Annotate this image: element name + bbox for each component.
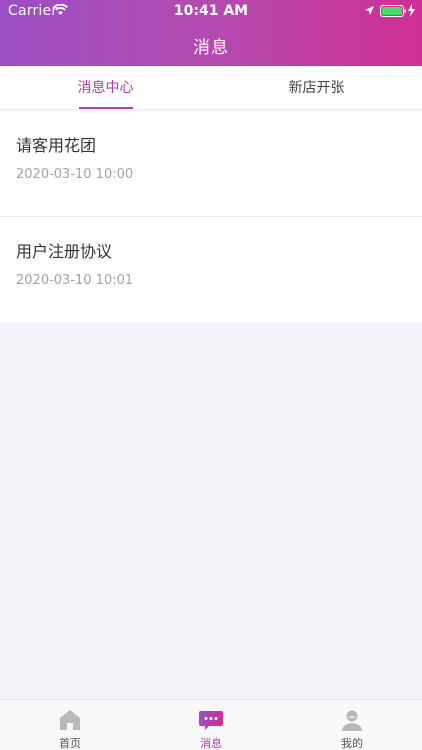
message-time: 2020-03-10 10:01 bbox=[16, 273, 134, 288]
page-title: 消息 bbox=[193, 38, 229, 58]
battery-icon bbox=[380, 5, 406, 17]
list-item[interactable]: 请客用花团 2020-03-10 10:00 bbox=[0, 111, 422, 217]
header: Carrier 10:41 AM 消息 bbox=[0, 0, 422, 66]
status-time: 10:41 AM bbox=[173, 3, 249, 19]
location-arrow-icon bbox=[365, 6, 374, 15]
tab-new-store[interactable]: 新店开张 bbox=[211, 66, 422, 110]
tab-label: 消息中心 bbox=[77, 80, 134, 96]
status-bar: Carrier 10:41 AM bbox=[0, 0, 422, 22]
tabbar-item-messages[interactable]: 消息 bbox=[141, 700, 281, 750]
tab-message-center[interactable]: 消息中心 bbox=[0, 66, 211, 110]
charging-icon bbox=[408, 4, 415, 17]
message-list: 请客用花团 2020-03-10 10:00 用户注册协议 2020-03-10… bbox=[0, 111, 422, 323]
message-icon bbox=[199, 711, 223, 730]
list-item[interactable]: 用户注册协议 2020-03-10 10:01 bbox=[0, 217, 422, 323]
tabbar-item-profile[interactable]: 我的 bbox=[282, 700, 422, 750]
tabbar-label: 我的 bbox=[341, 737, 363, 750]
tabbar-label: 消息 bbox=[200, 737, 222, 750]
active-tab-indicator bbox=[79, 107, 133, 109]
tab-label: 新店开张 bbox=[288, 80, 345, 96]
profile-icon bbox=[342, 710, 362, 731]
tabbar-label: 首页 bbox=[59, 737, 81, 750]
tabbar-item-home[interactable]: 首页 bbox=[0, 700, 140, 750]
segment-tabs: 消息中心 新店开张 bbox=[0, 66, 422, 110]
message-title: 请客用花团 bbox=[16, 136, 97, 155]
message-time: 2020-03-10 10:00 bbox=[16, 167, 134, 182]
message-title: 用户注册协议 bbox=[16, 242, 113, 261]
bottom-tab-bar: 首页 消息 我的 bbox=[0, 699, 422, 750]
home-icon bbox=[60, 710, 80, 730]
